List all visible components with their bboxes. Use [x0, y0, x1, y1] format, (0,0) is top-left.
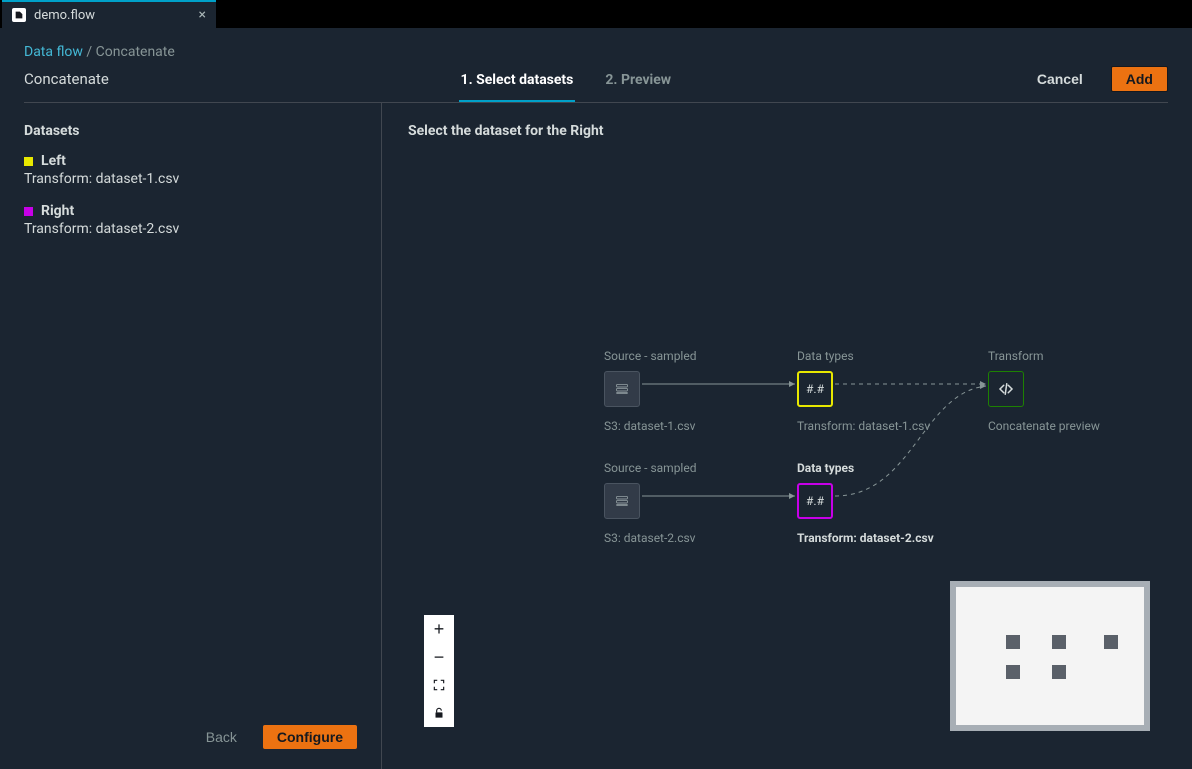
header: Data flow / Concatenate Concatenate 1. S…	[0, 28, 1192, 103]
dataset-item-right[interactable]: Right Transform: dataset-2.csv	[24, 203, 357, 237]
node-sub: Concatenate preview	[988, 419, 1158, 433]
color-swatch-magenta	[24, 207, 33, 216]
tab-bar: demo.flow ×	[0, 0, 1192, 28]
node-source-2[interactable]: Source - sampled S3: dataset-2.csv	[604, 461, 774, 545]
source-icon	[604, 371, 640, 407]
node-sub: S3: dataset-1.csv	[604, 419, 774, 433]
minimap-node	[1006, 635, 1020, 649]
zoom-controls: + −	[424, 615, 454, 727]
add-button[interactable]: Add	[1111, 66, 1168, 92]
minimap-node	[1052, 665, 1066, 679]
configure-button[interactable]: Configure	[263, 725, 357, 749]
lock-button[interactable]	[424, 699, 454, 727]
color-swatch-yellow	[24, 157, 33, 166]
zoom-in-button[interactable]: +	[424, 615, 454, 643]
page-title: Concatenate	[24, 70, 109, 102]
node-source-1[interactable]: Source - sampled S3: dataset-1.csv	[604, 349, 774, 433]
breadcrumb-root[interactable]: Data flow	[24, 44, 83, 60]
dataset-sub: Transform: dataset-2.csv	[24, 221, 357, 237]
datatype-icon: #.#	[797, 371, 833, 407]
sidebar: Datasets Left Transform: dataset-1.csv R…	[0, 103, 382, 769]
breadcrumb-leaf: Concatenate	[96, 44, 175, 60]
step-tab-select-datasets[interactable]: 1. Select datasets	[459, 62, 576, 102]
minimap-node	[1052, 635, 1066, 649]
file-icon	[12, 8, 26, 22]
step-tabs: 1. Select datasets 2. Preview	[459, 62, 674, 102]
minimap-viewport	[956, 587, 1144, 725]
node-label: Data types	[797, 349, 967, 363]
source-icon	[604, 483, 640, 519]
back-button[interactable]: Back	[192, 725, 251, 749]
file-tab-title: demo.flow	[34, 8, 95, 23]
node-label: Source - sampled	[604, 461, 774, 475]
step-tab-preview[interactable]: 2. Preview	[603, 62, 673, 102]
breadcrumb: Data flow / Concatenate	[24, 44, 1168, 60]
zoom-out-button[interactable]: −	[424, 643, 454, 671]
node-sub: Transform: dataset-2.csv	[797, 531, 967, 545]
node-transform[interactable]: Transform Concatenate preview	[988, 349, 1158, 433]
fit-screen-button[interactable]	[424, 671, 454, 699]
node-sub: Transform: dataset-1.csv	[797, 419, 967, 433]
sidebar-heading: Datasets	[24, 123, 357, 139]
minimap[interactable]	[950, 581, 1150, 731]
datatype-icon: #.#	[797, 483, 833, 519]
node-sub: S3: dataset-2.csv	[604, 531, 774, 545]
node-label: Source - sampled	[604, 349, 774, 363]
node-label: Data types	[797, 461, 967, 475]
dataset-item-left[interactable]: Left Transform: dataset-1.csv	[24, 153, 357, 187]
dataset-sub: Transform: dataset-1.csv	[24, 171, 357, 187]
node-label: Transform	[988, 349, 1158, 363]
node-datatypes-2[interactable]: Data types #.# Transform: dataset-2.csv	[797, 461, 967, 545]
dataset-name: Right	[41, 203, 74, 219]
canvas[interactable]: Select the dataset for the Right	[382, 103, 1192, 769]
close-icon[interactable]: ×	[199, 7, 206, 23]
node-datatypes-1[interactable]: Data types #.# Transform: dataset-1.csv	[797, 349, 967, 433]
minimap-node	[1006, 665, 1020, 679]
minimap-node	[1104, 635, 1118, 649]
cancel-button[interactable]: Cancel	[1023, 67, 1097, 91]
transform-icon	[988, 371, 1024, 407]
file-tab[interactable]: demo.flow ×	[2, 0, 216, 28]
dataset-name: Left	[41, 153, 66, 169]
